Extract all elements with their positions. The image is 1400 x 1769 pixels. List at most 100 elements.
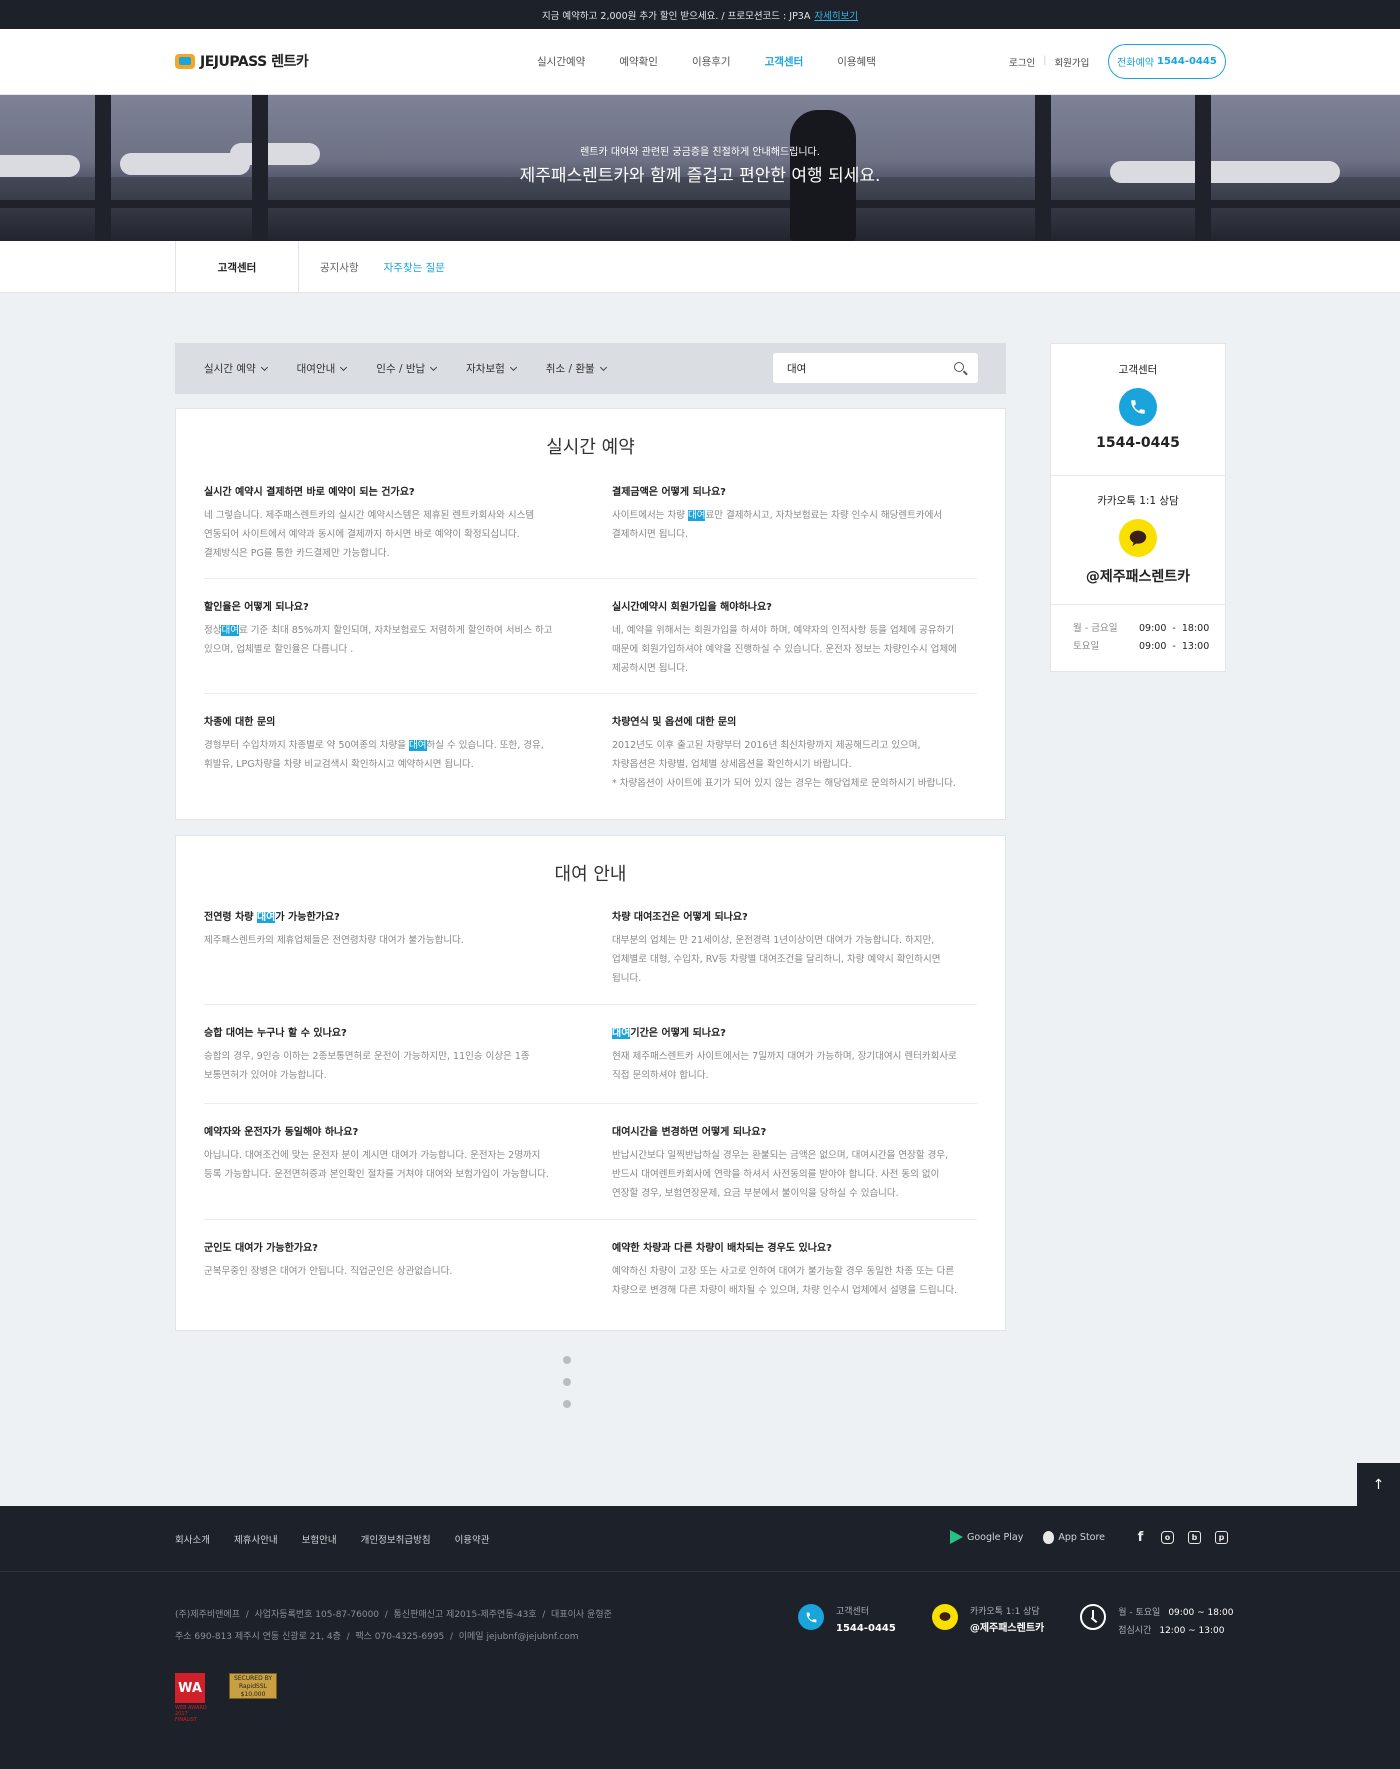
search-value: 대여	[787, 362, 807, 375]
logo[interactable]: JEJUPASS 렌트카	[175, 51, 309, 71]
footer-link-terms[interactable]: 이용약관	[455, 1532, 490, 1546]
footer-kakao-id: @제주패스렌트카	[969, 1623, 1045, 1634]
nav-item-reserve[interactable]: 실시간예약	[537, 54, 585, 69]
sidebar-hours-times: 09:00 - 18:00 09:00 - 13:00	[1139, 620, 1209, 656]
filter-category-pickup[interactable]: 인수 / 반납	[376, 361, 438, 376]
dot-icon	[563, 1378, 571, 1386]
footer-center[interactable]: 고객센터 1544-0445	[798, 1604, 896, 1640]
chevron-down-icon	[509, 363, 517, 371]
promo-text: 지금 예약하고 2,000원 추가 할인 받으세요. / 프로모션코드 : JP…	[541, 10, 811, 22]
nav-item-review[interactable]: 이용후기	[692, 54, 731, 69]
footer-link-insurance[interactable]: 보험안내	[302, 1532, 337, 1546]
signup-link[interactable]: 회원가입	[1054, 55, 1089, 69]
google-play-link[interactable]: Google Play	[950, 1530, 1023, 1544]
filter-label: 인수 / 반납	[376, 363, 426, 375]
footer-hours: 월 - 토요일 09:00 ~ 18:00 점심시간 12:00 ~ 13:00	[1080, 1604, 1233, 1640]
faq-divider	[204, 1004, 977, 1005]
scroll-top-button[interactable]: ↑	[1357, 1463, 1400, 1506]
faq-answer-line: 연동되어 사이트에서 예약과 동시에 결제까지 하시면 바로 예약이 확정되십니…	[204, 529, 520, 540]
faq-question: 대여시간을 변경하면 어떻게 되나요?	[612, 1127, 767, 1138]
chevron-down-icon	[260, 363, 268, 371]
faq-item[interactable]: 전연령 차량 대여가 가능한가요? 제주패스렌트카의 제휴업체들은 전연령차량 …	[204, 908, 574, 950]
nav-item-support[interactable]: 고객센터	[765, 54, 804, 69]
search-highlight: 대여	[687, 510, 706, 521]
kakao-talk-icon	[931, 1604, 958, 1630]
faq-answer-line: 보통면허가 있어야 가능합니다.	[204, 1070, 327, 1081]
faq-divider	[204, 578, 977, 579]
faq-answer-line: 사이트에서는 차량 대여료만 결제하시고, 자차보험료는 차량 인수시 해당렌트…	[612, 510, 943, 521]
hours-time: 09:00 ~ 18:00	[1168, 1608, 1234, 1618]
app-store-link[interactable]: App Store	[1043, 1530, 1105, 1544]
hours-day: 월 - 토요일	[1118, 1608, 1161, 1618]
faq-answer-line: 등록 가능합니다. 운전면허증과 본인확인 절차를 거쳐야 대여와 보험가입이 …	[204, 1169, 549, 1180]
filter-category-refund[interactable]: 취소 / 환불	[546, 361, 607, 376]
subnav-title: 고객센터	[175, 241, 299, 293]
faq-question: 예약한 차량과 다른 차량이 배차되는 경우도 있나요?	[612, 1243, 832, 1254]
phone-icon[interactable]	[1119, 388, 1157, 426]
call-reserve-button[interactable]: 전화예약 1544-0445	[1108, 44, 1226, 79]
faq-question: 결제금액은 어떻게 되나요?	[612, 487, 726, 498]
faq-answer-line: 반드시 대여렌트카회사에 연락을 하셔서 사전동의를 받아야 합니다. 사전 동…	[612, 1169, 940, 1180]
search-highlight: 대여	[256, 912, 276, 923]
faq-item[interactable]: 차종에 대한 문의 경형부터 수입차까지 차종별로 약 50여종의 차량을 대여…	[204, 713, 574, 774]
faq-answer-line: 연장할 경우, 보험연장문제, 요금 부분에서 불이익을 당하실 수 있습니다.	[612, 1188, 899, 1199]
filter-category-reserve[interactable]: 실시간 예약	[204, 361, 268, 376]
search-highlight: 대여	[612, 1028, 631, 1039]
sub-nav: 고객센터 공지사항 자주찾는 질문	[0, 241, 1400, 293]
web-award-text: WEB AWARD 2017 FINALIST	[175, 1705, 207, 1723]
load-more-indicator[interactable]	[563, 1356, 573, 1422]
footer-kakao[interactable]: 카카오톡 1:1 상담 @제주패스렌트카	[931, 1604, 1045, 1640]
login-link[interactable]: 로그인	[1009, 55, 1035, 69]
faq-answer-line: 반납시간보다 일찍반납하실 경우는 환불되는 금액은 없으며, 대여시간을 연장…	[612, 1150, 949, 1161]
logo-text: JEJUPASS 렌트카	[200, 54, 309, 70]
post-icon[interactable]: p	[1215, 1531, 1228, 1544]
subnav-item-faq[interactable]: 자주찾는 질문	[384, 260, 445, 275]
faq-item[interactable]: 차량연식 및 옵션에 대한 문의 2012년도 이후 출고된 차량부터 2016…	[612, 713, 992, 793]
faq-answer-line: 제주패스렌트카의 제휴업체들은 전연령차량 대여가 불가능합니다.	[204, 935, 464, 946]
faq-item[interactable]: 승합 대여는 누구나 할 수 있나요? 승합의 경우, 9인승 이하는 2종보통…	[204, 1024, 574, 1085]
instagram-icon[interactable]: o	[1161, 1531, 1174, 1544]
google-play-icon	[950, 1530, 963, 1544]
subnav-item-notice[interactable]: 공지사항	[320, 260, 359, 275]
section-title: 실시간 예약	[546, 437, 635, 458]
util-links: 로그인 | 회원가입	[1009, 55, 1089, 69]
chevron-down-icon	[430, 363, 438, 371]
faq-item[interactable]: 예약한 차량과 다른 차량이 배차되는 경우도 있나요? 예약하신 차량이 고장…	[612, 1239, 992, 1300]
filter-category-insurance[interactable]: 자차보험	[466, 361, 517, 376]
faq-divider	[204, 693, 977, 694]
faq-item[interactable]: 차량 대여조건은 어떻게 되나요? 대부분의 업체는 만 21세이상, 운전경력…	[612, 908, 982, 988]
faq-answer-line: 차량옵션은 차량별, 업체별 상세옵션을 확인하시기 바랍니다.	[612, 759, 852, 770]
blog-icon[interactable]: b	[1188, 1531, 1201, 1544]
faq-item[interactable]: 대여기간은 어떻게 되나요? 현재 제주패스렌트카 사이트에서는 7일까지 대여…	[612, 1024, 982, 1085]
faq-item[interactable]: 실시간예약시 회원가입을 해야하나요? 네, 예약을 위해서는 회원가입을 하셔…	[612, 598, 982, 678]
footer-links: 회사소개 제휴사안내 보험안내 개인정보취급방침 이용약관	[175, 1532, 490, 1546]
faq-item[interactable]: 결제금액은 어떻게 되나요? 사이트에서는 차량 대여료만 결제하시고, 자차보…	[612, 483, 982, 544]
sidebar-center-number[interactable]: 1544-0445	[1051, 435, 1225, 451]
logo-icon	[175, 53, 195, 69]
hours-day: 점심시간	[1118, 1626, 1152, 1636]
nav-item-benefit[interactable]: 이용혜택	[837, 54, 876, 69]
faq-item[interactable]: 대여시간을 변경하면 어떻게 되나요? 반납시간보다 일찍반납하실 경우는 환불…	[612, 1123, 982, 1203]
search-input[interactable]: 대여	[773, 353, 978, 383]
call-label: 전화예약	[1117, 58, 1154, 69]
facebook-icon[interactable]: f	[1134, 1530, 1147, 1545]
footer-badges: WA WEB AWARD 2017 FINALIST SECURED BY Ra…	[175, 1673, 277, 1723]
faq-item[interactable]: 할인율은 어떻게 되나요? 정상대여료 기준 최대 85%까지 할인되며, 자차…	[204, 598, 574, 659]
faq-answer-line: 승합의 경우, 9인승 이하는 2종보통면허로 운전이 가능하지만, 11인승 …	[204, 1051, 530, 1062]
footer-link-partners[interactable]: 제휴사안내	[234, 1532, 278, 1546]
faq-answer: 네, 예약을 위해서는 회원가입을 하셔야 하며, 예약자의 인적사항 등을 업…	[612, 621, 982, 678]
faq-item[interactable]: 예약자와 운전자가 동일해야 하나요? 아닙니다. 대여조건에 맞는 운전자 분…	[204, 1123, 584, 1184]
social-links: f o b p	[1134, 1530, 1228, 1545]
sidebar-kakao-id[interactable]: @제주패스렌트카	[1051, 566, 1225, 586]
footer-link-company[interactable]: 회사소개	[175, 1532, 210, 1546]
faq-question: 차종에 대한 문의	[204, 717, 276, 728]
promo-link[interactable]: 자세히보기	[814, 8, 858, 22]
faq-item[interactable]: 군인도 대여가 가능한가요? 군복무중인 장병은 대여가 안됩니다. 직업군인은…	[204, 1239, 574, 1281]
search-icon[interactable]	[954, 362, 964, 372]
faq-question: 전연령 차량 대여가 가능한가요?	[204, 912, 340, 923]
nav-item-confirm[interactable]: 예약확인	[619, 54, 658, 69]
filter-category-rental[interactable]: 대여안내	[297, 361, 348, 376]
footer-link-privacy[interactable]: 개인정보취급방침	[361, 1532, 431, 1546]
faq-item[interactable]: 실시간 예약시 결제하면 바로 예약이 되는 건가요? 네 그렇습니다. 제주패…	[204, 483, 574, 563]
kakao-talk-icon[interactable]	[1119, 519, 1157, 557]
